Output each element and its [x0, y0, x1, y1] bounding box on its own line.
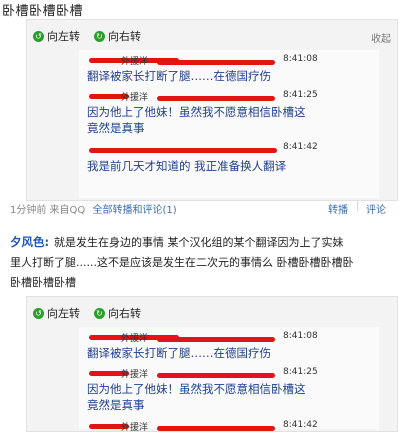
chat-message: 翻译被家长打断了腿……在德国疗伤: [87, 69, 271, 83]
chat-time: 8:41:25: [283, 90, 318, 100]
forward-link[interactable]: 转播: [328, 201, 348, 216]
image-toolbar: ↺ 向左转 ↻ 向右转: [33, 28, 141, 44]
post-footer: 1分钟前 来自QQ 全部转播和评论(1) 转播 | 评论: [10, 201, 398, 219]
footer-separator: |: [356, 201, 360, 212]
rotate-right-label: 向右转: [108, 307, 141, 320]
rotate-left-button[interactable]: ↺ 向左转: [33, 28, 80, 44]
chat-message-continued: 竟然是真事: [87, 121, 145, 135]
comment-text-line: 里人打断了腿......这不是应该是发生在二次元的事情么 卧槽卧槽卧槽卧: [10, 256, 354, 269]
chat-sender: 外援洋: [121, 423, 149, 433]
top-text: 卧槽卧槽卧槽: [2, 4, 84, 19]
chat-message: 因为他上了他妹！虽然我不愿意相信卧槽这: [87, 105, 306, 119]
comment-link[interactable]: 评论: [366, 201, 386, 216]
comment-text-line: 卧槽卧槽卧槽: [10, 276, 76, 289]
redacted-mark: [157, 60, 275, 65]
redacted-mark: [157, 337, 275, 342]
image-toolbar: ↺ 向左转 ↻ 向右转: [33, 305, 141, 321]
chat-time: 8:41:42: [283, 142, 318, 152]
rotate-right-icon: ↻: [94, 307, 105, 319]
rotate-right-button[interactable]: ↻ 向右转: [94, 28, 141, 44]
redacted-mark: [89, 148, 277, 153]
chat-message: 因为他上了他妹！虽然我不愿意相信卧槽这: [87, 382, 306, 396]
image-card: ↺ 向左转 ↻ 向右转 外援洋 8:41:08 翻译被家长打断了腿……在德国疗伤…: [26, 296, 398, 433]
redacted-mark: [157, 373, 275, 378]
comment-author[interactable]: 夕风色:: [10, 234, 49, 250]
rotate-left-label: 向左转: [47, 30, 80, 43]
chat-time: 8:41:25: [283, 367, 318, 377]
rotate-left-button[interactable]: ↺ 向左转: [33, 305, 80, 321]
chat-time: 8:41:42: [283, 420, 318, 430]
redacted-mark: [157, 96, 275, 101]
rotate-right-label: 向右转: [108, 30, 141, 43]
chat-sender: 外援洋: [121, 370, 149, 380]
chat-message: 翻译被家长打断了腿……在德国疗伤: [87, 346, 271, 360]
chat-time: 8:41:08: [283, 54, 318, 64]
all-forwards-link[interactable]: 全部转播和评论(1): [92, 205, 176, 216]
rotate-right-button[interactable]: ↻ 向右转: [94, 305, 141, 321]
rotate-left-icon: ↺: [33, 307, 44, 319]
post-meta: 1分钟前 来自QQ: [10, 205, 86, 216]
rotate-left-icon: ↺: [33, 30, 44, 42]
chat-sender: 外援洋: [121, 57, 149, 67]
chat-sender: 外援洋: [121, 93, 149, 103]
redacted-mark: [157, 426, 275, 431]
chat-screenshot: 外援洋 8:41:08 翻译被家长打断了腿……在德国疗伤 外援洋 8:41:25…: [79, 50, 379, 198]
rotate-left-label: 向左转: [47, 307, 80, 320]
chat-time: 8:41:08: [283, 331, 318, 341]
chat-message: 我是前几天才知道的 我正准备换人翻译: [87, 159, 287, 173]
comment-text: 就是发生在身边的事情 某个汉化组的某个翻译因为上了实妹: [54, 236, 344, 249]
chat-screenshot: 外援洋 8:41:08 翻译被家长打断了腿……在德国疗伤 外援洋 8:41:25…: [79, 327, 379, 433]
collapse-link[interactable]: 收起: [371, 30, 391, 45]
chat-sender: 外援洋: [121, 334, 149, 344]
image-card: ↺ 向左转 ↻ 向右转 收起 外援洋 8:41:08 翻译被家长打断了腿……在德…: [26, 19, 398, 201]
rotate-right-icon: ↻: [94, 30, 105, 42]
chat-message-continued: 竟然是真事: [87, 398, 145, 412]
